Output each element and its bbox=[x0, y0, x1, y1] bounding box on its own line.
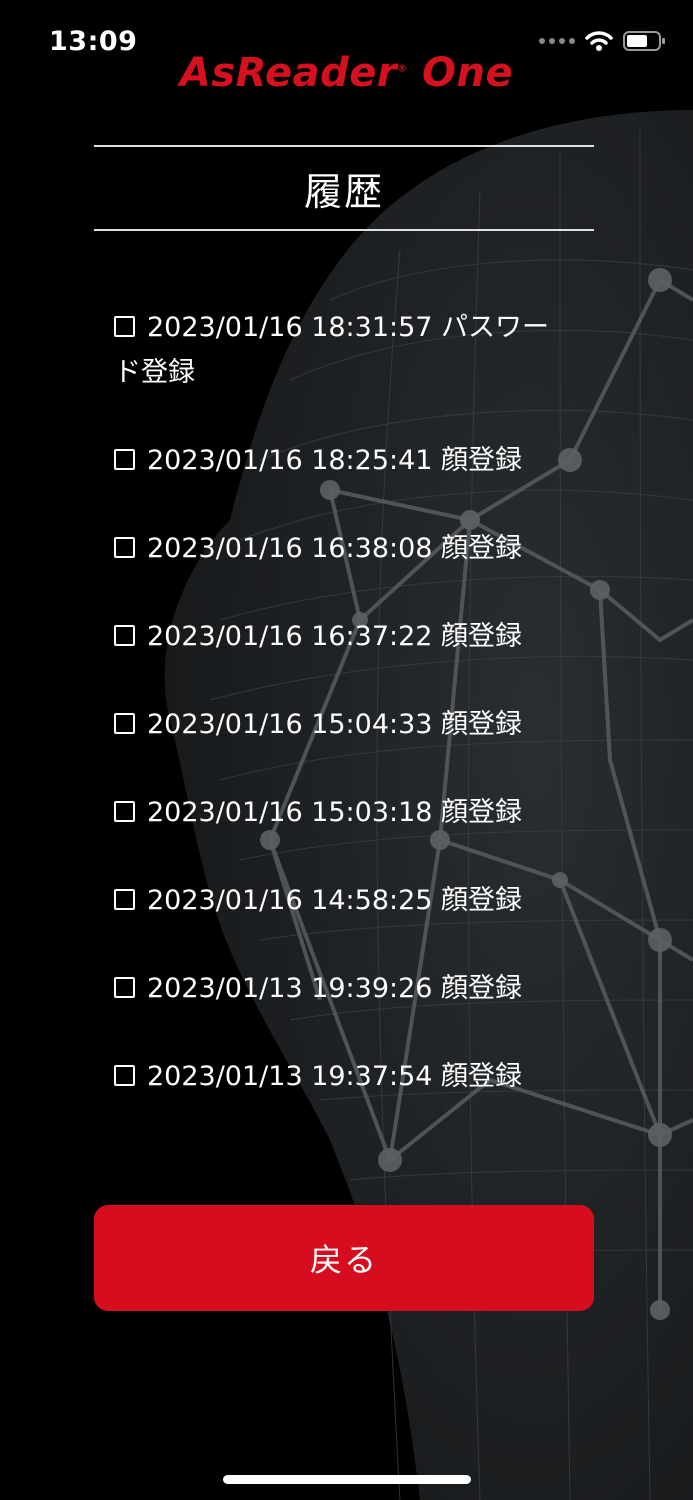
home-indicator[interactable] bbox=[223, 1475, 471, 1484]
wifi-icon bbox=[585, 31, 613, 51]
history-item[interactable]: 2023/01/13 19:37:54 顔登録 bbox=[114, 1054, 574, 1099]
checkbox-icon[interactable] bbox=[114, 449, 135, 470]
history-item[interactable]: 2023/01/16 14:58:25 顔登録 bbox=[114, 878, 574, 923]
history-item[interactable]: 2023/01/16 15:04:33 顔登録 bbox=[114, 702, 574, 747]
history-item-text: 2023/01/16 15:04:33 顔登録 bbox=[147, 709, 523, 740]
checkbox-icon[interactable] bbox=[114, 889, 135, 910]
history-item-text: 2023/01/13 19:37:54 顔登録 bbox=[147, 1061, 523, 1092]
history-item[interactable]: 2023/01/16 18:31:57 パスワード登録 bbox=[114, 305, 574, 395]
logo-suffix: One bbox=[422, 50, 514, 96]
history-item[interactable]: 2023/01/16 18:25:41 顔登録 bbox=[114, 438, 574, 483]
checkbox-icon[interactable] bbox=[114, 625, 135, 646]
title-section: 履歴 bbox=[94, 145, 594, 231]
history-item-text: 2023/01/16 16:37:22 顔登録 bbox=[147, 621, 523, 652]
history-item[interactable]: 2023/01/16 16:37:22 顔登録 bbox=[114, 614, 574, 659]
history-item-text: 2023/01/16 18:31:57 パスワード登録 bbox=[114, 312, 550, 388]
battery-icon bbox=[623, 31, 665, 51]
checkbox-icon[interactable] bbox=[114, 801, 135, 822]
history-item-text: 2023/01/16 18:25:41 顔登録 bbox=[147, 445, 523, 476]
history-item-text: 2023/01/16 14:58:25 顔登録 bbox=[147, 885, 523, 916]
history-list: 2023/01/16 18:31:57 パスワード登録 2023/01/16 1… bbox=[114, 305, 574, 1142]
checkbox-icon[interactable] bbox=[114, 537, 135, 558]
checkbox-icon[interactable] bbox=[114, 713, 135, 734]
app-logo: AsReader® One bbox=[0, 50, 693, 96]
history-item[interactable]: 2023/01/16 15:03:18 顔登録 bbox=[114, 790, 574, 835]
history-item[interactable]: 2023/01/16 16:38:08 顔登録 bbox=[114, 526, 574, 571]
back-button[interactable]: 戻る bbox=[94, 1205, 594, 1311]
logo-registered-mark: ® bbox=[397, 63, 408, 75]
history-item-text: 2023/01/16 16:38:08 顔登録 bbox=[147, 533, 523, 564]
history-item-text: 2023/01/16 15:03:18 顔登録 bbox=[147, 797, 523, 828]
logo-text: AsReader bbox=[179, 50, 398, 96]
history-item-text: 2023/01/13 19:39:26 顔登録 bbox=[147, 973, 523, 1004]
history-item[interactable]: 2023/01/13 19:39:26 顔登録 bbox=[114, 966, 574, 1011]
status-icons bbox=[539, 30, 667, 52]
checkbox-icon[interactable] bbox=[114, 977, 135, 998]
cellular-signal-icon bbox=[539, 38, 575, 44]
page-title: 履歴 bbox=[303, 169, 384, 214]
checkbox-icon[interactable] bbox=[114, 316, 135, 337]
checkbox-icon[interactable] bbox=[114, 1065, 135, 1086]
